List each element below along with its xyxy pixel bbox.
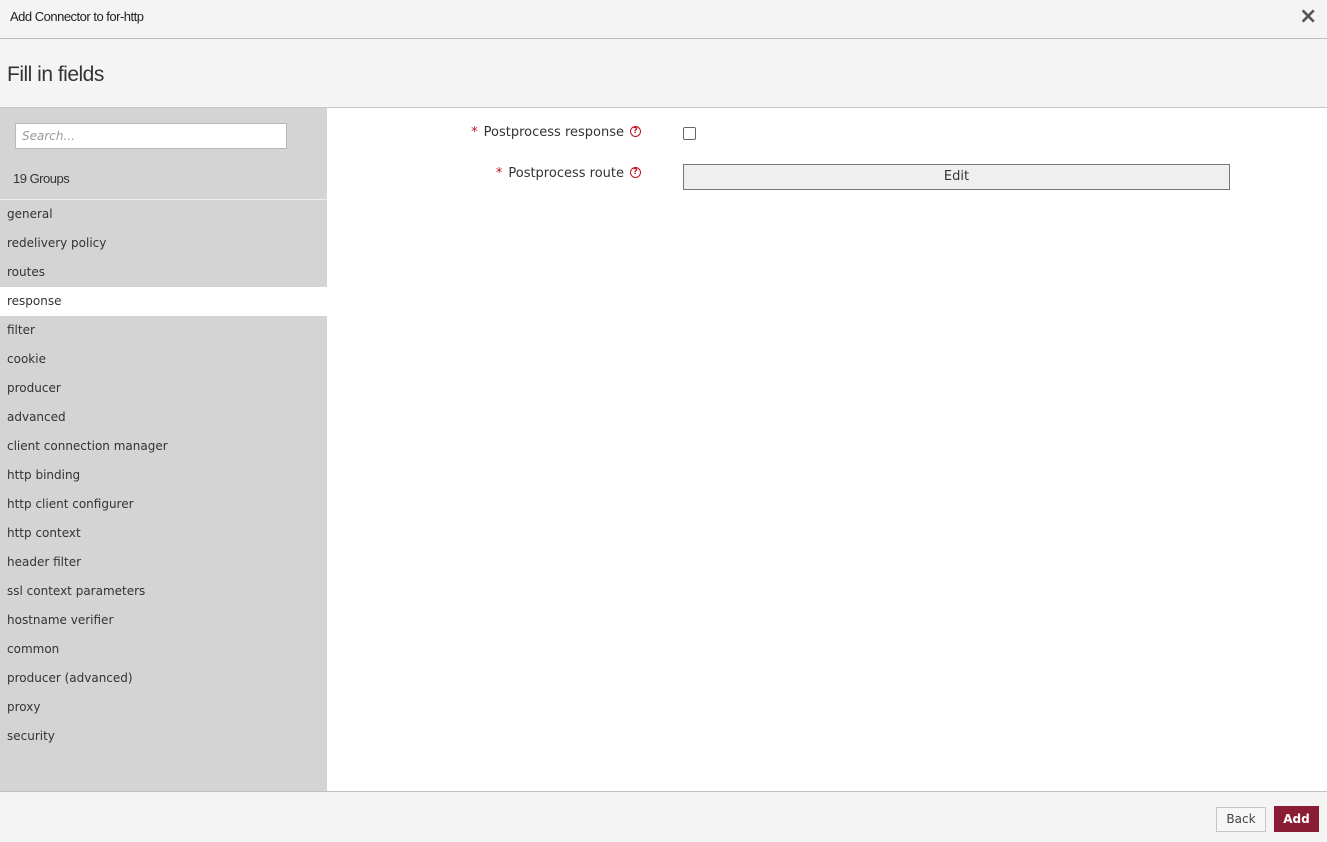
sidebar-item-ssl-context-parameters[interactable]: ssl context parameters — [0, 577, 327, 606]
groups-count: 19 Groups — [13, 171, 70, 186]
sidebar-item-http-binding[interactable]: http binding — [0, 461, 327, 490]
sidebar-item-proxy[interactable]: proxy — [0, 693, 327, 722]
sidebar-item-general[interactable]: general — [0, 200, 327, 229]
sidebar-item-filter[interactable]: filter — [0, 316, 327, 345]
help-icon[interactable]: ? — [630, 126, 641, 137]
close-icon[interactable]: × — [1299, 6, 1317, 28]
fields-panel: * Postprocess response? * Postprocess rout… — [327, 108, 1327, 791]
add-button[interactable]: Add — [1274, 806, 1319, 832]
page-heading: Fill in fields — [0, 40, 1327, 108]
required-marker: * — [471, 125, 478, 140]
postprocess-response-checkbox[interactable] — [683, 127, 696, 140]
sidebar-item-common[interactable]: common — [0, 635, 327, 664]
sidebar-item-producer[interactable]: producer — [0, 374, 327, 403]
sidebar-item-advanced[interactable]: advanced — [0, 403, 327, 432]
sidebar-item-hostname-verifier[interactable]: hostname verifier — [0, 606, 327, 635]
search-input[interactable] — [15, 123, 287, 149]
sidebar-item-security[interactable]: security — [0, 722, 327, 751]
sidebar-item-redelivery-policy[interactable]: redelivery policy — [0, 229, 327, 258]
sidebar-item-producer-advanced[interactable]: producer (advanced) — [0, 664, 327, 693]
field-label-wrap: * Postprocess route? — [496, 166, 641, 181]
field-label-wrap: * Postprocess response? — [471, 125, 641, 140]
group-list: general redelivery policy routes response fi… — [0, 200, 327, 751]
field-label: Postprocess response — [483, 125, 624, 140]
groups-sidebar: 19 Groups generalredelivery policyroutes… — [0, 108, 327, 791]
dialog-footer: Back Add — [0, 791, 1327, 842]
dialog-title: Add Connector to for-http — [10, 9, 144, 24]
edit-route-button[interactable]: Edit — [683, 164, 1230, 190]
field-label: Postprocess route — [508, 166, 624, 181]
sidebar-item-http-context[interactable]: http context — [0, 519, 327, 548]
back-button[interactable]: Back — [1216, 807, 1266, 832]
page-title: Fill in fields — [7, 63, 104, 86]
sidebar-item-cookie[interactable]: cookie — [0, 345, 327, 374]
dialog-titlebar: Add Connector to for-http × — [0, 0, 1327, 39]
required-marker: * — [495, 166, 503, 181]
sidebar-item-http-client-configurer[interactable]: http client configurer — [0, 490, 327, 519]
sidebar-item-routes[interactable]: routes — [0, 258, 327, 287]
help-icon[interactable]: ? — [630, 167, 641, 178]
sidebar-item-header-filter[interactable]: header filter — [0, 548, 327, 577]
sidebar-item-client-connection-manager[interactable]: client connection manager — [0, 432, 327, 461]
sidebar-item-response[interactable]: response — [0, 287, 327, 316]
